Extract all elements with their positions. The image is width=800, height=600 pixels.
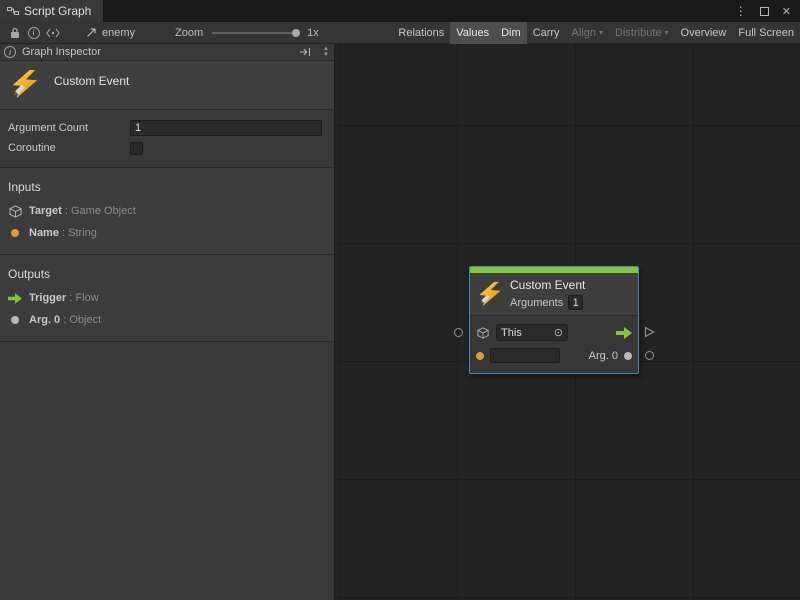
target-connection-port[interactable] — [454, 328, 463, 337]
arguments-row: Arguments 1 — [510, 295, 585, 310]
trigger-connection-port[interactable] — [644, 326, 655, 338]
main-area: i Graph Inspector ▲ ▼ Custom Event — [0, 44, 800, 600]
unity-window: Script Graph ⋮ ✕ i enemy Zoom 1x — [0, 0, 800, 600]
argument-count-row: Argument Count — [0, 118, 334, 138]
window-menu-icon[interactable]: ⋮ — [735, 4, 747, 18]
port-row-name: Name : String — [0, 222, 334, 244]
script-graph-icon — [7, 5, 19, 17]
target-object-picker[interactable]: This ⊙ — [496, 324, 568, 341]
unit-settings: Argument Count Coroutine — [0, 110, 334, 168]
port-row-target: Target : Game Object — [0, 200, 334, 222]
flow-arrow-icon — [8, 293, 22, 304]
toolbar-buttons: Relations Values Dim Carry Align▾ Distri… — [392, 22, 800, 44]
zoom-slider[interactable] — [212, 32, 298, 34]
fullscreen-button[interactable]: Full Screen — [732, 22, 800, 44]
name-port-row: Arg. 0 — [476, 344, 632, 367]
inputs-title: Inputs — [0, 172, 334, 200]
zoom-value: 1x — [307, 27, 319, 39]
argument-count-label: Argument Count — [8, 122, 130, 134]
window-controls: ⋮ ✕ — [735, 0, 800, 22]
arg0-connection-port[interactable] — [645, 351, 654, 360]
unit-title: Custom Event — [54, 74, 129, 88]
string-port-icon[interactable] — [476, 352, 484, 360]
distribute-button[interactable]: Distribute▾ — [609, 22, 674, 44]
arg0-label: Arg. 0 — [589, 350, 618, 362]
event-name-field[interactable] — [490, 348, 560, 363]
inspector-empty-area — [0, 342, 334, 600]
cube-icon — [8, 205, 22, 218]
string-port-icon — [8, 229, 22, 237]
info-icon: i — [4, 46, 16, 58]
custom-event-icon — [10, 69, 40, 99]
scroll-spinner[interactable]: ▲ ▼ — [320, 46, 332, 58]
arguments-count-field[interactable]: 1 — [568, 295, 583, 310]
node-body: This ⊙ Arg. 0 — [470, 316, 638, 373]
code-connections-icon[interactable] — [43, 22, 62, 44]
relations-button[interactable]: Relations — [392, 22, 450, 44]
zoom-control: Zoom 1x — [175, 27, 319, 39]
chevron-down-icon: ▾ — [599, 28, 603, 37]
inspector-header: i Graph Inspector ▲ ▼ — [0, 44, 334, 61]
titlebar: Script Graph ⋮ ✕ — [0, 0, 800, 22]
chevron-down-icon: ▾ — [665, 28, 669, 37]
info-icon[interactable]: i — [24, 22, 43, 44]
custom-event-node[interactable]: Custom Event Arguments 1 This — [469, 266, 639, 374]
graph-inspector-panel: i Graph Inspector ▲ ▼ Custom Event — [0, 44, 335, 600]
graph-canvas[interactable]: Custom Event Arguments 1 This — [335, 44, 800, 600]
graph-name: enemy — [102, 27, 135, 39]
target-value: This — [501, 327, 550, 339]
dim-button[interactable]: Dim — [495, 22, 527, 44]
outputs-section: Outputs Trigger : Flow Arg. 0 : Object — [0, 255, 334, 342]
cube-icon — [476, 327, 490, 339]
coroutine-checkbox[interactable] — [130, 142, 143, 155]
node-header[interactable]: Custom Event Arguments 1 — [470, 273, 638, 316]
graph-toolbar: i enemy Zoom 1x Relations Values Dim Car… — [0, 22, 800, 44]
coroutine-label: Coroutine — [8, 142, 130, 154]
lock-icon[interactable] — [5, 22, 24, 44]
custom-event-icon — [477, 281, 503, 307]
tab-title: Script Graph — [24, 4, 91, 18]
unit-header: Custom Event — [0, 61, 334, 110]
object-picker-icon[interactable]: ⊙ — [554, 326, 563, 339]
graph-pointer-icon — [86, 27, 97, 38]
coroutine-row: Coroutine — [0, 138, 334, 158]
graph-breadcrumb[interactable]: enemy — [86, 27, 135, 39]
maximize-icon[interactable] — [760, 7, 769, 16]
inspector-title: Graph Inspector — [22, 46, 101, 58]
node-header-text: Custom Event Arguments 1 — [510, 278, 585, 310]
overview-button[interactable]: Overview — [675, 22, 733, 44]
arguments-label: Arguments — [510, 297, 563, 309]
inputs-section: Inputs Target : Game Object Name : Strin… — [0, 168, 334, 255]
object-port-icon — [8, 316, 22, 324]
dock-inspector-icon[interactable] — [295, 41, 314, 63]
port-row-arg0: Arg. 0 : Object — [0, 309, 334, 331]
zoom-label: Zoom — [175, 27, 203, 39]
target-port-row: This ⊙ — [476, 321, 632, 344]
trigger-flow-icon[interactable] — [616, 327, 632, 339]
close-icon[interactable]: ✕ — [782, 5, 791, 18]
carry-button[interactable]: Carry — [527, 22, 566, 44]
zoom-slider-knob[interactable] — [292, 29, 300, 37]
tab-script-graph[interactable]: Script Graph — [0, 0, 103, 22]
node-title: Custom Event — [510, 278, 585, 292]
outputs-title: Outputs — [0, 259, 334, 287]
argument-count-input[interactable] — [130, 120, 322, 136]
align-button[interactable]: Align▾ — [566, 22, 609, 44]
object-port-icon[interactable] — [624, 352, 632, 360]
values-button[interactable]: Values — [450, 22, 495, 44]
scroll-down-icon[interactable]: ▼ — [323, 52, 329, 58]
port-row-trigger: Trigger : Flow — [0, 287, 334, 309]
